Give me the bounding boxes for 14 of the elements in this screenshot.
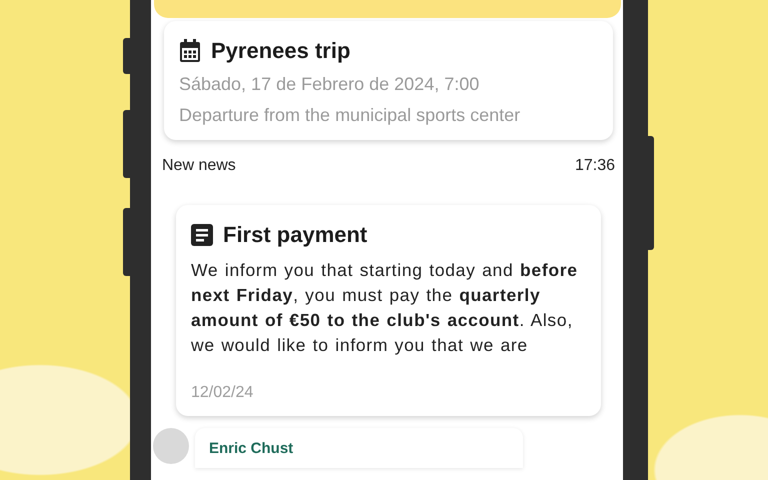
event-card[interactable]: Pyrenees trip Sábado, 17 de Febrero de 2024, 7:00 Departure from the municipal sports center [164,21,613,140]
sender-name: Enric Chust [209,440,294,457]
news-label: New news [162,157,236,175]
news-time: 17:36 [574,157,615,175]
message-body: We inform you that starting today and before next Friday, you must pay the quarterly amount of €50 to the club's account. Also, we would like to inform you that we are [191,259,579,357]
event-description: Departure from the municipal sports center [179,105,522,126]
message-card[interactable]: First payment We inform you that starting today and before next Friday, you must pay the quarterly amount of €50 to the club's account. Also, we would like to inform you that we are 12/02/24 [176,205,601,416]
document-icon [191,224,213,246]
event-date: Sábado, 17 de Febrero de 2024, 7:00 [179,74,480,95]
avatar [153,428,189,464]
message-title: First payment [223,222,368,248]
calendar-icon [179,39,201,63]
message-date: 12/02/24 [191,384,254,402]
event-title: Pyrenees trip [211,38,350,64]
